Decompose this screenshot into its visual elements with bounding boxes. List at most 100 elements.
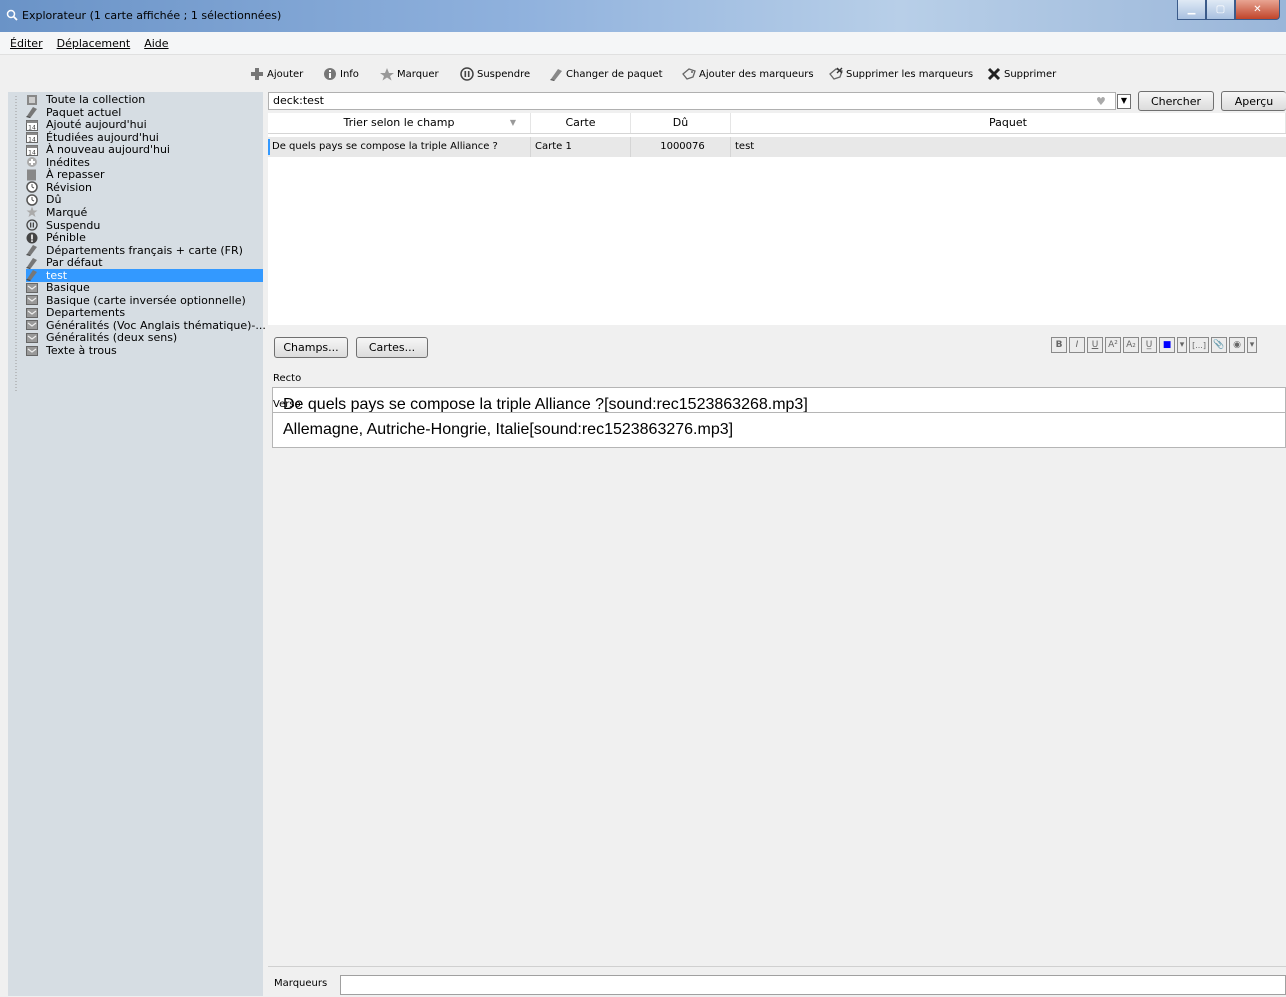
change-deck-button[interactable]: Changer de paquet [548, 67, 663, 81]
sort-indicator-icon: ▼ [509, 118, 516, 127]
svg-text:14: 14 [28, 149, 36, 156]
color-dropdown[interactable]: ▾ [1177, 337, 1187, 353]
record-audio-button[interactable]: ◉ [1229, 337, 1245, 353]
search-icon [6, 9, 18, 21]
sidebar-item[interactable]: Par défaut [26, 256, 103, 269]
sidebar-item-label: À repasser [46, 168, 105, 182]
clock-icon [26, 194, 38, 206]
search-input[interactable]: deck:test [268, 92, 1116, 110]
sidebar-item[interactable]: Suspendu [26, 219, 100, 232]
sidebar-item[interactable]: Généralités (Voc Anglais thématique)-... [26, 319, 266, 332]
mark-button[interactable]: Marquer [379, 67, 439, 81]
sidebar-item-label: Départements français + carte (FR) [46, 243, 243, 257]
info-label: Info [340, 68, 359, 80]
column-sort-field-label: Trier selon le champ [343, 116, 455, 129]
sidebar-item[interactable]: Départements français + carte (FR) [26, 244, 243, 257]
table-cell: Carte 1 [531, 137, 631, 157]
sidebar-item[interactable]: Paquet actuel [26, 106, 121, 119]
deck-icon [550, 69, 562, 81]
sidebar-item-label: Étudiées aujourd'hui [46, 130, 159, 144]
sidebar-item[interactable]: Basique (carte inversée optionnelle) [26, 294, 246, 307]
info-button[interactable]: Info [322, 67, 359, 81]
sidebar-item-label: test [46, 268, 68, 282]
calendar-icon: 14 [26, 119, 38, 131]
sidebar-item-label: Généralités (Voc Anglais thématique)-... [46, 318, 266, 332]
menu-edit[interactable]: Éditer [10, 37, 43, 50]
text-color-button[interactable]: ■ [1159, 337, 1175, 353]
back-field[interactable]: Allemagne, Autriche-Hongrie, Italie[soun… [272, 412, 1286, 448]
remove-tags-button[interactable]: Supprimer les marqueurs [828, 67, 973, 81]
sidebar-item[interactable]: Basique [26, 281, 90, 294]
close-button[interactable]: ✕ [1235, 0, 1280, 20]
table-cell: De quels pays se compose la triple Allia… [268, 137, 531, 157]
italic-button[interactable]: I [1069, 337, 1085, 353]
suspend-button[interactable]: Suspendre [459, 67, 530, 81]
card-icon [27, 169, 36, 181]
sidebar-item[interactable]: À repasser [26, 168, 105, 181]
sidebar-item-label: Révision [46, 180, 92, 194]
sidebar-item-label: Toute la collection [46, 93, 146, 106]
sidebar-item-label: Suspendu [46, 218, 101, 232]
sidebar-item[interactable]: Texte à trous [26, 344, 117, 357]
svg-text:14: 14 [28, 124, 36, 131]
collection-icon [27, 94, 37, 105]
delete-button[interactable]: Supprimer [986, 67, 1056, 81]
minimize-button[interactable]: ▁ [1177, 0, 1206, 20]
card-table: Trier selon le champ ▼ Carte Dû Paquet D… [268, 113, 1286, 325]
sidebar-item[interactable]: Révision [26, 181, 92, 194]
window-title: Explorateur (1 carte affichée ; 1 sélect… [22, 9, 282, 22]
menu-help[interactable]: Aide [144, 37, 168, 50]
sidebar-item[interactable]: Marqué [26, 206, 87, 219]
sidebar-item[interactable]: 14 Étudiées aujourd'hui [26, 131, 159, 144]
cloze-button[interactable]: [...] [1189, 337, 1209, 353]
tags-input[interactable] [340, 975, 1286, 995]
sidebar-item[interactable]: test [26, 268, 263, 282]
column-deck[interactable]: Paquet [731, 113, 1286, 133]
add-icon [251, 68, 263, 80]
sidebar-item[interactable]: Pénible [26, 231, 86, 244]
sidebar-item-label: Departements [46, 306, 126, 320]
saved-search-icon[interactable]: ♥ [1096, 95, 1106, 108]
preview-button[interactable]: Aperçu [1221, 91, 1286, 111]
delete-icon [987, 67, 1001, 81]
underline-button[interactable]: U [1087, 337, 1103, 353]
sidebar-item[interactable]: 14 À nouveau aujourd'hui [26, 143, 170, 156]
menu-navigate[interactable]: Déplacement [57, 37, 131, 50]
clear-format-button[interactable]: U̲ [1141, 337, 1157, 353]
star-icon [380, 68, 394, 81]
tree-lines [15, 96, 17, 392]
sidebar-item[interactable]: 14 Ajouté aujourd'hui [26, 118, 147, 131]
sidebar-item-label: Généralités (deux sens) [46, 331, 178, 345]
column-due[interactable]: Dû [631, 113, 731, 133]
column-card[interactable]: Carte [531, 113, 631, 133]
sidebar-item[interactable]: Dû [26, 193, 61, 206]
front-field-label: Recto [273, 373, 302, 384]
change-deck-label: Changer de paquet [566, 68, 663, 80]
add-button[interactable]: Ajouter [249, 67, 303, 81]
fields-button[interactable]: Champs... [274, 337, 348, 358]
star-icon [26, 206, 38, 218]
superscript-button[interactable]: A² [1105, 337, 1121, 353]
sidebar-item[interactable]: Toute la collection [26, 93, 145, 106]
maximize-button[interactable]: ▢ [1206, 0, 1235, 20]
sidebar-item-label: Basique (carte inversée optionnelle) [46, 293, 246, 307]
notetype-icon [26, 320, 38, 331]
more-options-dropdown[interactable]: ▾ [1247, 337, 1257, 353]
sidebar-item[interactable]: Departements [26, 306, 125, 319]
bold-button[interactable]: B [1051, 337, 1067, 353]
sidebar-item[interactable]: Inédites [26, 156, 90, 169]
attach-icon[interactable]: 📎 [1211, 337, 1227, 353]
sidebar-item[interactable]: Généralités (deux sens) [26, 331, 177, 344]
notetype-icon [26, 345, 38, 356]
cards-button[interactable]: Cartes... [356, 337, 428, 358]
add-tags-button[interactable]: Ajouter des marqueurs [681, 67, 814, 81]
search-button[interactable]: Chercher [1138, 91, 1214, 111]
subscript-button[interactable]: A₂ [1123, 337, 1139, 353]
table-row[interactable]: De quels pays se compose la triple Allia… [268, 137, 1286, 157]
info-icon [324, 68, 336, 80]
sidebar-item-label: Marqué [46, 205, 88, 219]
notetype-icon [26, 332, 38, 343]
pause-icon [26, 219, 38, 231]
search-history-dropdown[interactable]: ▼ [1117, 94, 1131, 109]
column-sort-field[interactable]: Trier selon le champ ▼ [268, 113, 531, 133]
